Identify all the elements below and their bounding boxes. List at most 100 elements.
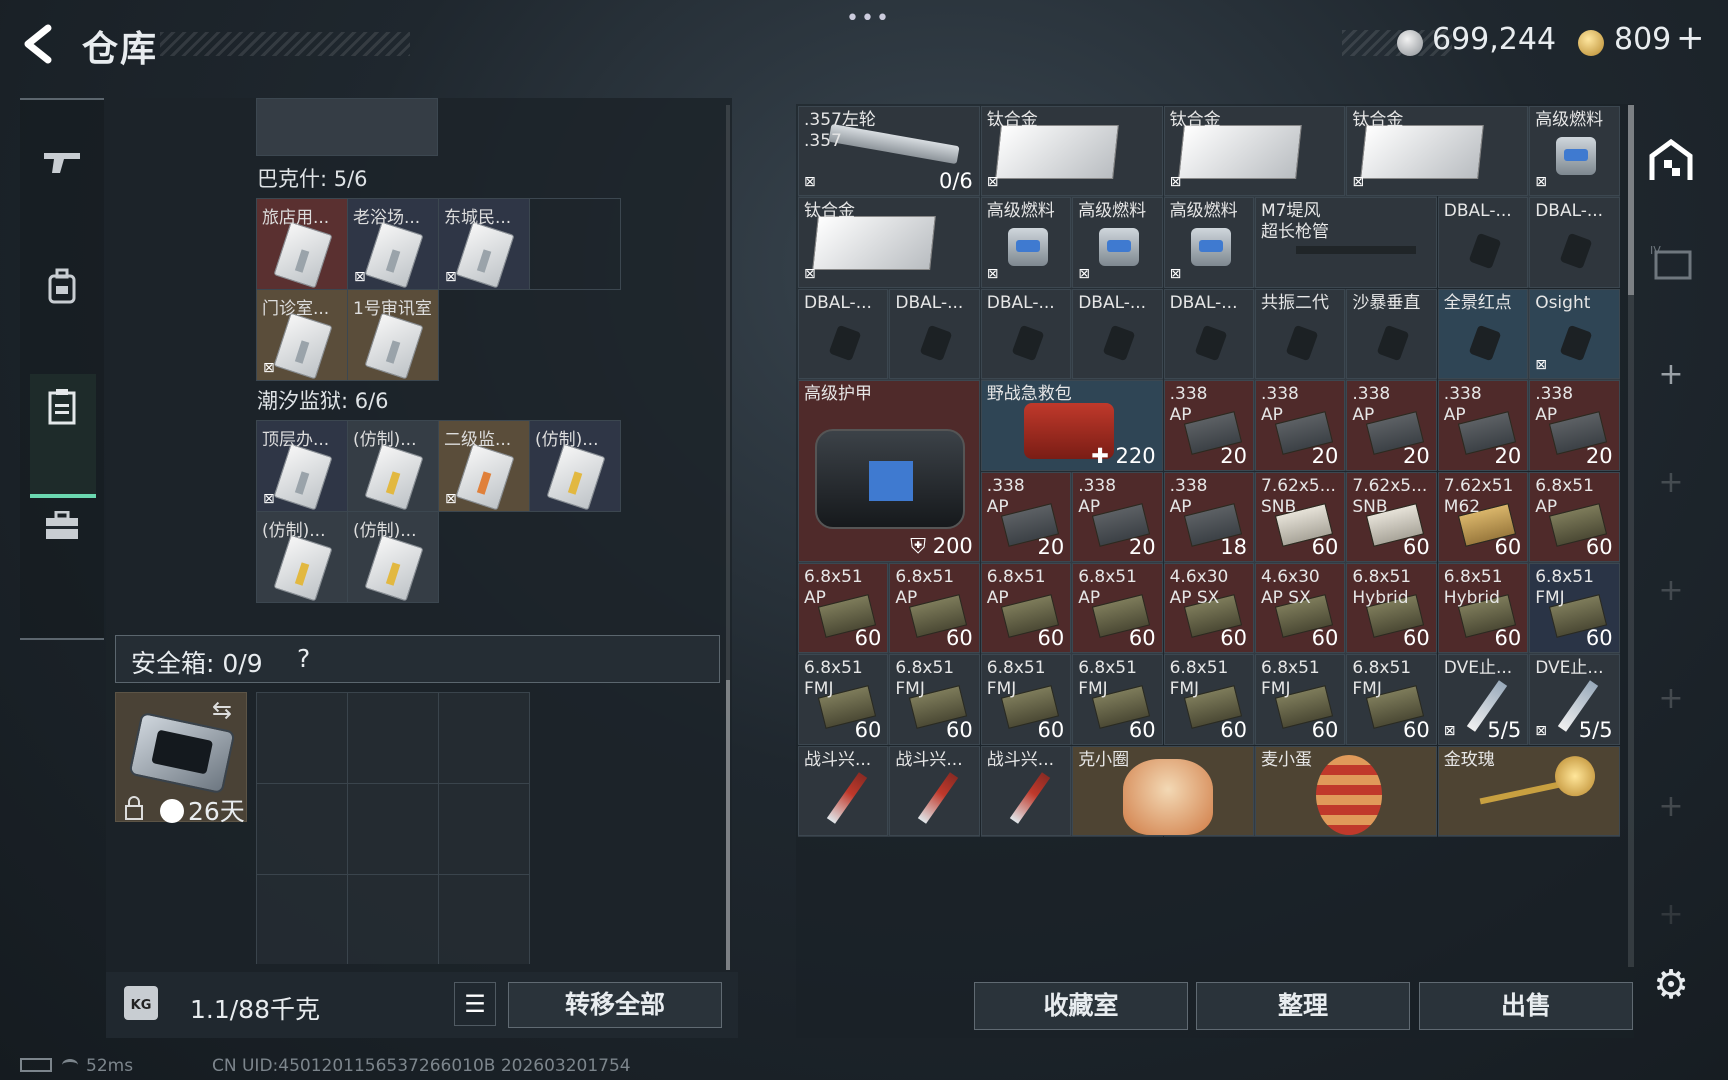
key-card-slot[interactable]: 门诊室... ⊠	[256, 289, 348, 381]
inventory-item[interactable]: DVE止... 5/5 ⊠	[1437, 654, 1529, 745]
inventory-item[interactable]: 战斗兴...	[798, 745, 889, 837]
key-card-slot[interactable]: 顶层办... ⊠	[256, 420, 348, 512]
warehouse-tab-icon[interactable]	[1648, 138, 1694, 184]
warehouse-page-iv-icon[interactable]: IV	[1648, 242, 1694, 288]
inventory-item[interactable]: .338 AP 18	[1163, 471, 1254, 562]
key-card-slot[interactable]: 二级监... ⊠	[438, 420, 530, 512]
settings-gear-icon[interactable]: ⚙	[1648, 962, 1694, 1008]
inventory-item[interactable]: DBAL-...	[798, 288, 889, 380]
inventory-item[interactable]: DBAL-...	[889, 288, 980, 380]
inventory-item[interactable]: .338 AP 20	[1163, 380, 1254, 471]
inventory-item[interactable]: 6.8x51 AP 60	[1072, 563, 1163, 654]
key-card-slot[interactable]: 老浴场... ⊠	[347, 198, 439, 290]
backpack-icon[interactable]	[40, 268, 84, 312]
inventory-item[interactable]: 7.62x5... SNB 60	[1346, 471, 1437, 562]
help-icon[interactable]: ?	[297, 644, 310, 673]
inventory-item[interactable]: 6.8x51 FMJ 60	[1255, 654, 1346, 745]
inventory-item[interactable]: DBAL-...	[1163, 288, 1254, 380]
inventory-item[interactable]: 高级燃料 ⊠	[980, 197, 1072, 288]
briefcase-icon[interactable]	[40, 510, 84, 554]
inventory-item[interactable]: 6.8x51 FMJ 60	[798, 654, 889, 745]
key-card-slot[interactable]: 1号审讯室	[347, 289, 439, 381]
inventory-item[interactable]: M7堤风 超长枪管	[1255, 197, 1437, 288]
inventory-item[interactable]: 麦小蛋	[1255, 745, 1437, 837]
inventory-item[interactable]: DBAL-...	[1529, 197, 1620, 288]
inventory-item[interactable]: 钛合金 ⊠	[1163, 106, 1346, 197]
inventory-item[interactable]: .338 AP 20	[980, 471, 1072, 562]
inventory-item[interactable]: 战斗兴...	[980, 745, 1072, 837]
inventory-item[interactable]: 6.8x51 FMJ 60	[1072, 654, 1163, 745]
inventory-item[interactable]: 6.8x51 AP 60	[798, 563, 889, 654]
key-card-slot[interactable]: 旅店用...	[256, 198, 348, 290]
inventory-item[interactable]: 钛合金 ⊠	[798, 197, 980, 288]
inventory-item[interactable]: 战斗兴...	[889, 745, 980, 837]
inventory-item[interactable]: 4.6x30 AP SX 60	[1255, 563, 1346, 654]
inventory-item[interactable]: 6.8x51 AP 60	[889, 563, 980, 654]
inventory-item[interactable]: .357左轮 .357 0/6 ⊠	[798, 106, 980, 197]
swap-icon[interactable]: ⇆	[212, 696, 232, 724]
inventory-item[interactable]: 高级燃料 ⊠	[1072, 197, 1163, 288]
key-card-slot[interactable]: (仿制)...	[347, 420, 439, 512]
key-card-slot[interactable]: 东城民... ⊠	[438, 198, 530, 290]
prior-key-slot[interactable]	[256, 98, 438, 156]
inventory-item[interactable]: 4.6x30 AP SX 60	[1163, 563, 1254, 654]
inventory-item[interactable]: 6.8x51 FMJ 60	[1346, 654, 1437, 745]
inventory-item[interactable]: 6.8x51 FMJ 60	[889, 654, 980, 745]
item-name: 7.62x51 M62	[1443, 475, 1514, 517]
inventory-item[interactable]: 7.62x51 M62 60	[1437, 471, 1529, 562]
inventory-item[interactable]: 沙暴垂直	[1346, 288, 1437, 380]
key-card-slot[interactable]: (仿制)...	[256, 511, 348, 603]
key-card-slot[interactable]: (仿制)...	[347, 511, 439, 603]
item-quantity: 60	[1220, 626, 1247, 651]
collection-room-button[interactable]: 收藏室	[974, 982, 1188, 1030]
keycard-icon[interactable]	[40, 388, 84, 432]
inventory-item[interactable]: .338 AP 20	[1346, 380, 1437, 471]
inventory-item[interactable]: 6.8x51 FMJ 60	[1529, 563, 1620, 654]
inventory-item[interactable]: 金玫瑰	[1437, 745, 1620, 837]
inventory-item[interactable]: 高级护甲 ⛨ 200	[798, 380, 980, 562]
weapon-icon[interactable]	[40, 146, 84, 190]
inventory-item[interactable]: DBAL-...	[1437, 197, 1529, 288]
inventory-item[interactable]: 高级燃料 ⊠	[1163, 197, 1254, 288]
add-currency-button[interactable]: +	[1676, 18, 1705, 58]
no-insure-icon: ⊠	[445, 269, 457, 285]
key-card-slot[interactable]	[529, 198, 621, 290]
inventory-item[interactable]: 克小圈	[1072, 745, 1254, 837]
inventory-item[interactable]: 7.62x5... SNB 60	[1255, 471, 1346, 562]
inventory-item[interactable]: 共振二代	[1255, 288, 1346, 380]
inventory-item[interactable]: 钛合金 ⊠	[980, 106, 1163, 197]
item-name: DBAL-...	[986, 292, 1055, 313]
attachment-image	[1011, 324, 1045, 361]
inventory-item[interactable]: .338 AP 20	[1529, 380, 1620, 471]
inventory-item[interactable]: DBAL-...	[980, 288, 1072, 380]
safe-box-grid[interactable]	[256, 692, 530, 964]
inventory-item[interactable]: 6.8x51 Hybrid 60	[1437, 563, 1529, 654]
inventory-item[interactable]: .338 AP 20	[1255, 380, 1346, 471]
attachment-image	[1285, 324, 1319, 361]
inventory-item[interactable]: DBAL-...	[1072, 288, 1163, 380]
inventory-item[interactable]: 6.8x51 FMJ 60	[1163, 654, 1254, 745]
sort-button[interactable]: 整理	[1196, 982, 1410, 1030]
transfer-all-button[interactable]: 转移全部	[508, 982, 722, 1028]
inventory-item[interactable]: 野战急救包 ✚ 220	[980, 380, 1163, 471]
inventory-item[interactable]: .338 AP 20	[1437, 380, 1529, 471]
container-scrollbar-thumb[interactable]	[726, 680, 730, 970]
inventory-item[interactable]: .338 AP 20	[1072, 471, 1163, 562]
inventory-item[interactable]: 钛合金 ⊠	[1346, 106, 1529, 197]
list-view-button[interactable]: ☰	[454, 982, 496, 1026]
inventory-item[interactable]: 高级燃料 ⊠	[1529, 106, 1620, 197]
add-page-icon[interactable]: +	[1648, 352, 1694, 398]
inventory-item[interactable]: 6.8x51 AP 60	[1529, 471, 1620, 562]
back-button[interactable]	[18, 22, 62, 66]
inventory-item[interactable]: DVE止... 5/5 ⊠	[1529, 654, 1620, 745]
inventory-item[interactable]: 6.8x51 FMJ 60	[980, 654, 1072, 745]
inventory-item[interactable]: 全景红点	[1437, 288, 1529, 380]
inventory-item[interactable]: Osight ⊠	[1529, 288, 1620, 380]
inventory-item[interactable]: 6.8x51 Hybrid 60	[1346, 563, 1437, 654]
warehouse-scrollbar-thumb[interactable]	[1628, 105, 1634, 295]
more-menu-icon[interactable]: •••	[846, 6, 891, 31]
inventory-item[interactable]: 6.8x51 AP 60	[980, 563, 1072, 654]
keycard-image	[364, 534, 424, 602]
sell-button[interactable]: 出售	[1419, 982, 1633, 1030]
key-card-slot[interactable]: (仿制)...	[529, 420, 621, 512]
